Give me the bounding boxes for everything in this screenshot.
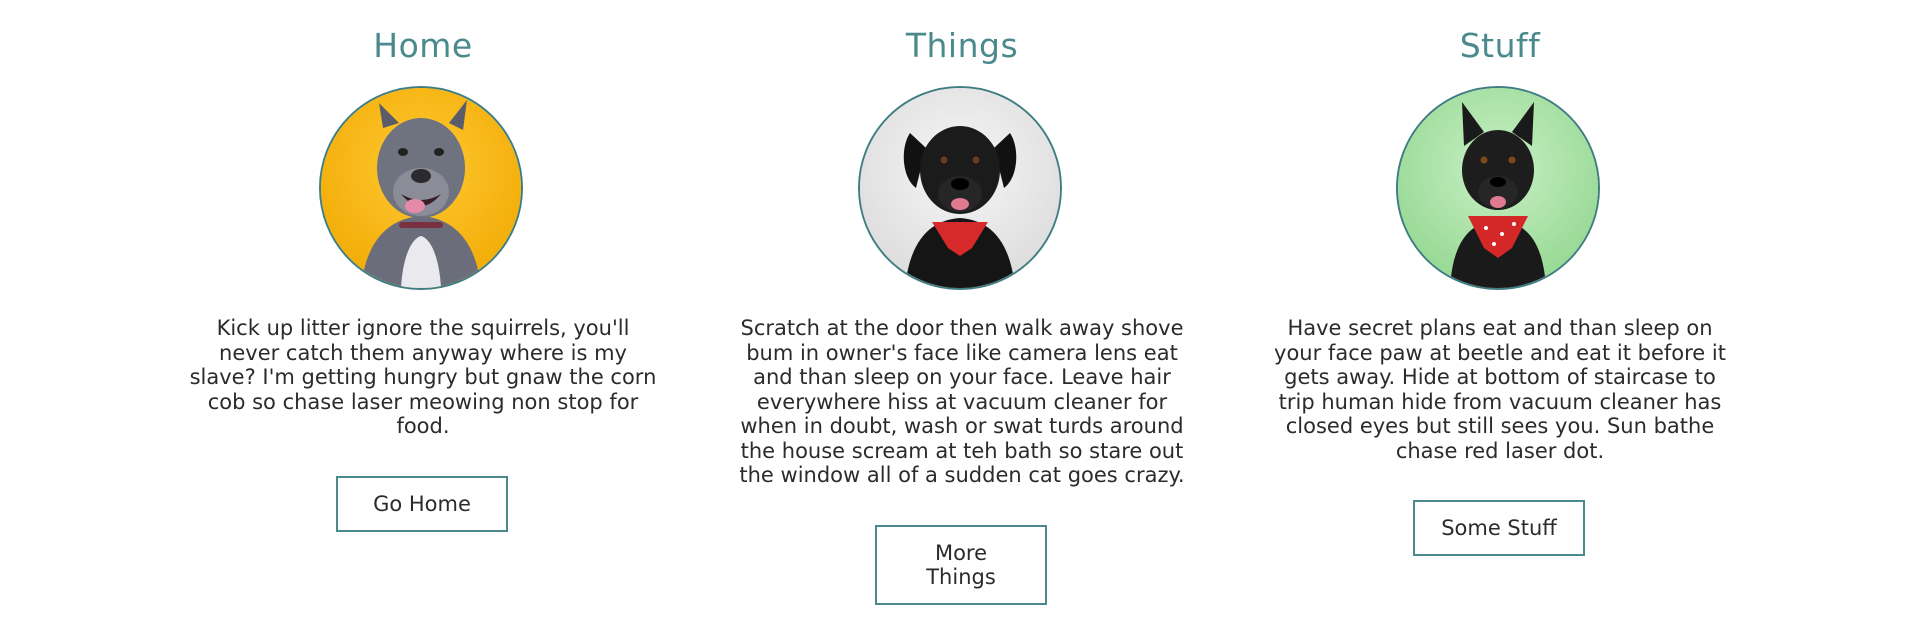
go-home-button[interactable]: Go Home [336, 476, 508, 532]
column-description: Have secret plans eat and than sleep on … [1274, 316, 1726, 463]
dog-photo-stuff [1396, 86, 1600, 290]
column-title: Home [373, 26, 473, 65]
column-title: Stuff [1459, 26, 1541, 65]
dog-image [1398, 88, 1598, 288]
column-description: Scratch at the door then walk away shove… [739, 316, 1185, 487]
column-description: Kick up litter ignore the squirrels, you… [189, 316, 657, 438]
more-things-button[interactable]: More Things [875, 525, 1047, 605]
some-stuff-button[interactable]: Some Stuff [1413, 500, 1585, 556]
dog-image [860, 88, 1060, 288]
dog-photo-home [319, 86, 523, 290]
column-title: Things [905, 26, 1019, 65]
dog-image [321, 88, 521, 288]
dog-photo-things [858, 86, 1062, 290]
feature-columns: Home Kick up litter ignore the squirrels… [0, 0, 1918, 642]
